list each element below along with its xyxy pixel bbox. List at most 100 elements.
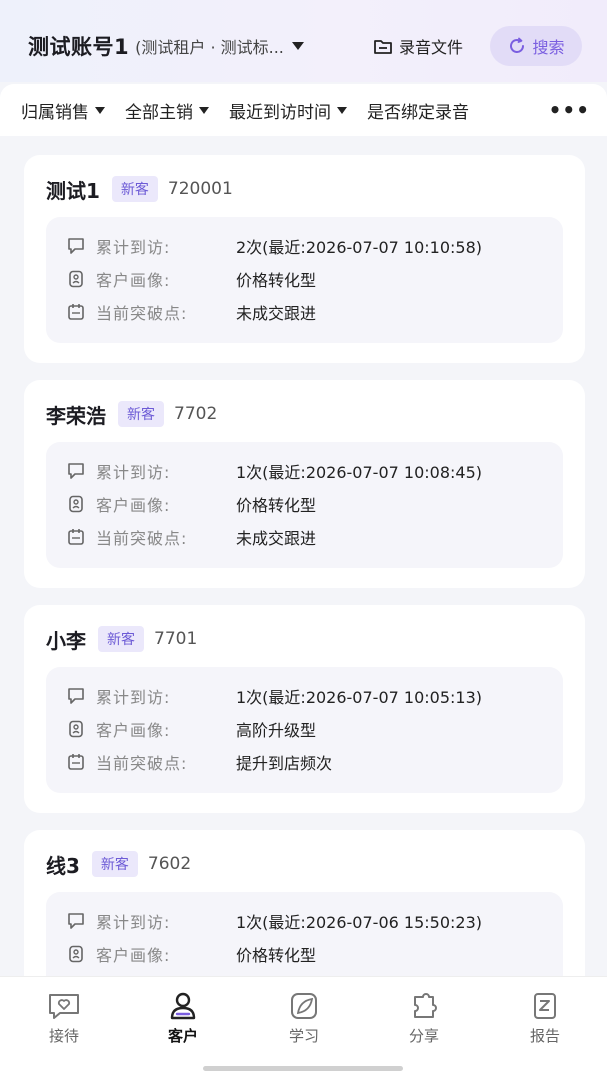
visit-row: 累计到访: 1次(最近:2026-07-06 15:50:23) [66, 909, 482, 933]
account-tenant: (测试租户 · 测试标... [135, 38, 284, 57]
visit-value: 1次(最近:2026-07-07 10:08:45) [236, 463, 482, 482]
account-name: 测试账号1 [28, 35, 130, 59]
visit-value: 1次(最近:2026-07-07 10:05:13) [236, 688, 482, 707]
visit-label: 累计到访: [96, 913, 171, 932]
filter-label: 全部主销 [125, 102, 193, 123]
portrait-value: 价格转化型 [236, 496, 317, 515]
customer-card-header: 李荣浩 新客 7702 [46, 400, 217, 428]
breakpoint-label: 当前突破点: [96, 304, 188, 323]
visit-value: 2次(最近:2026-07-07 10:10:58) [236, 238, 482, 257]
chat-icon [68, 238, 84, 254]
filter-label: 最近到访时间 [229, 102, 331, 123]
filter-label: 是否绑定录音 [367, 102, 469, 123]
portrait-label: 客户画像: [96, 496, 171, 515]
filter-recent-visit[interactable]: 最近到访时间 [229, 98, 347, 123]
calendar-icon [68, 754, 84, 770]
portrait-row: 客户画像: 高阶升级型 [66, 717, 316, 741]
breakpoint-label: 当前突破点: [96, 754, 188, 773]
filter-main-sales[interactable]: 全部主销 [125, 98, 209, 123]
customer-name: 测试1 [46, 178, 100, 203]
customer-tag: 新客 [111, 176, 158, 202]
portrait-row: 客户画像: 价格转化型 [66, 942, 316, 966]
recording-files-label: 录音文件 [399, 38, 464, 57]
portrait-row: 客户画像: 价格转化型 [66, 492, 316, 516]
customer-card-header: 小李 新客 7701 [46, 625, 197, 653]
calendar-icon [68, 529, 84, 545]
portrait-icon [69, 720, 83, 738]
top-header: 测试账号1 (测试租户 · 测试标... 录音文件 搜索 [0, 0, 607, 82]
customer-card[interactable]: 李荣浩 新客 7702 累计到访: 1次(最近:2026-07-07 10:08… [24, 380, 585, 588]
puzzle-icon [414, 993, 437, 1018]
account-switcher[interactable]: 测试账号1 (测试租户 · 测试标... [28, 30, 304, 62]
tab-label: 分享 [408, 1027, 439, 1045]
customer-name: 小李 [46, 628, 86, 653]
tab-learning[interactable]: 学习 [264, 991, 344, 1051]
visit-row: 累计到访: 2次(最近:2026-07-07 10:10:58) [66, 234, 482, 258]
customer-card[interactable]: 测试1 新客 720001 累计到访: 2次(最近:2026-07-07 10:… [24, 155, 585, 363]
filter-sales-owner[interactable]: 归属销售 [21, 98, 105, 123]
tab-label: 客户 [167, 1027, 198, 1045]
more-icon[interactable]: ••• [549, 98, 590, 122]
recording-files-button[interactable]: 录音文件 [373, 32, 463, 60]
breakpoint-value: 未成交跟进 [236, 529, 317, 548]
tab-label: 接待 [48, 1027, 79, 1045]
search-label: 搜索 [532, 38, 565, 57]
portrait-label: 客户画像: [96, 946, 171, 965]
customer-card-header: 测试1 新客 720001 [46, 175, 233, 203]
folder-icon [374, 40, 392, 54]
leaf-icon [291, 993, 317, 1019]
customer-id: 7701 [154, 629, 198, 649]
report-icon [534, 993, 556, 1019]
portrait-label: 客户画像: [96, 271, 171, 290]
breakpoint-label: 当前突破点: [96, 529, 188, 548]
customer-name: 李荣浩 [46, 403, 106, 428]
chat-icon [68, 688, 84, 704]
customer-list: 测试1 新客 720001 累计到访: 2次(最近:2026-07-07 10:… [0, 136, 607, 976]
breakpoint-row: 当前突破点: 未成交跟进 [66, 300, 316, 324]
tab-label: 学习 [288, 1027, 319, 1045]
caret-down-icon [337, 106, 347, 114]
customer-card[interactable]: 线3 新客 7602 累计到访: 1次(最近:2026-07-06 15:50:… [24, 830, 585, 976]
person-icon [170, 992, 196, 1020]
portrait-row: 客户画像: 价格转化型 [66, 267, 316, 291]
customer-card[interactable]: 小李 新客 7701 累计到访: 1次(最近:2026-07-07 10:05:… [24, 605, 585, 813]
customer-detail: 累计到访: 1次(最近:2026-07-07 10:05:13) 客户画像: 高… [46, 667, 563, 793]
portrait-label: 客户画像: [96, 721, 171, 740]
portrait-icon [69, 495, 83, 513]
tab-customers[interactable]: 客户 [143, 991, 223, 1051]
portrait-icon [69, 270, 83, 288]
chat-icon [68, 463, 84, 479]
home-indicator [203, 1066, 403, 1071]
customer-id: 720001 [167, 179, 233, 199]
customer-detail: 累计到访: 1次(最近:2026-07-06 15:50:23) 客户画像: 价… [46, 892, 563, 976]
caret-down-icon [199, 106, 209, 114]
customer-detail: 累计到访: 2次(最近:2026-07-07 10:10:58) 客户画像: 价… [46, 217, 563, 343]
filter-recording-bound[interactable]: 是否绑定录音 [367, 98, 469, 123]
visit-row: 累计到访: 1次(最近:2026-07-07 10:05:13) [66, 684, 482, 708]
tab-report[interactable]: 报告 [505, 991, 585, 1051]
portrait-value: 高阶升级型 [236, 721, 317, 740]
tab-share[interactable]: 分享 [384, 991, 464, 1051]
customer-list-screen: 测试账号1 (测试租户 · 测试标... 录音文件 搜索 归属销售 全部主销 最… [0, 0, 607, 1080]
heart-chat-icon [49, 994, 79, 1019]
customer-tag: 新客 [91, 851, 138, 877]
filter-label: 归属销售 [21, 102, 89, 123]
customer-id: 7702 [174, 404, 218, 424]
search-button[interactable]: 搜索 [490, 26, 582, 66]
visit-label: 累计到访: [96, 463, 171, 482]
chat-icon [68, 913, 84, 929]
bottom-tab-bar: 接待 客户 学习 分享 报告 [0, 976, 607, 1080]
filter-bar: 归属销售 全部主销 最近到访时间 是否绑定录音 ••• [0, 84, 607, 136]
visit-row: 累计到访: 1次(最近:2026-07-07 10:08:45) [66, 459, 482, 483]
customer-name: 线3 [46, 853, 80, 878]
portrait-value: 价格转化型 [236, 271, 317, 290]
breakpoint-value: 提升到店频次 [236, 754, 333, 773]
caret-down-icon [95, 106, 105, 114]
breakpoint-row: 当前突破点: 提升到店频次 [66, 750, 332, 774]
tab-reception[interactable]: 接待 [24, 991, 104, 1051]
customer-id: 7602 [147, 854, 192, 874]
breakpoint-value: 未成交跟进 [236, 304, 317, 323]
customer-card-header: 线3 新客 7602 [46, 850, 191, 878]
portrait-icon [69, 945, 83, 963]
visit-value: 1次(最近:2026-07-06 15:50:23) [236, 913, 482, 932]
